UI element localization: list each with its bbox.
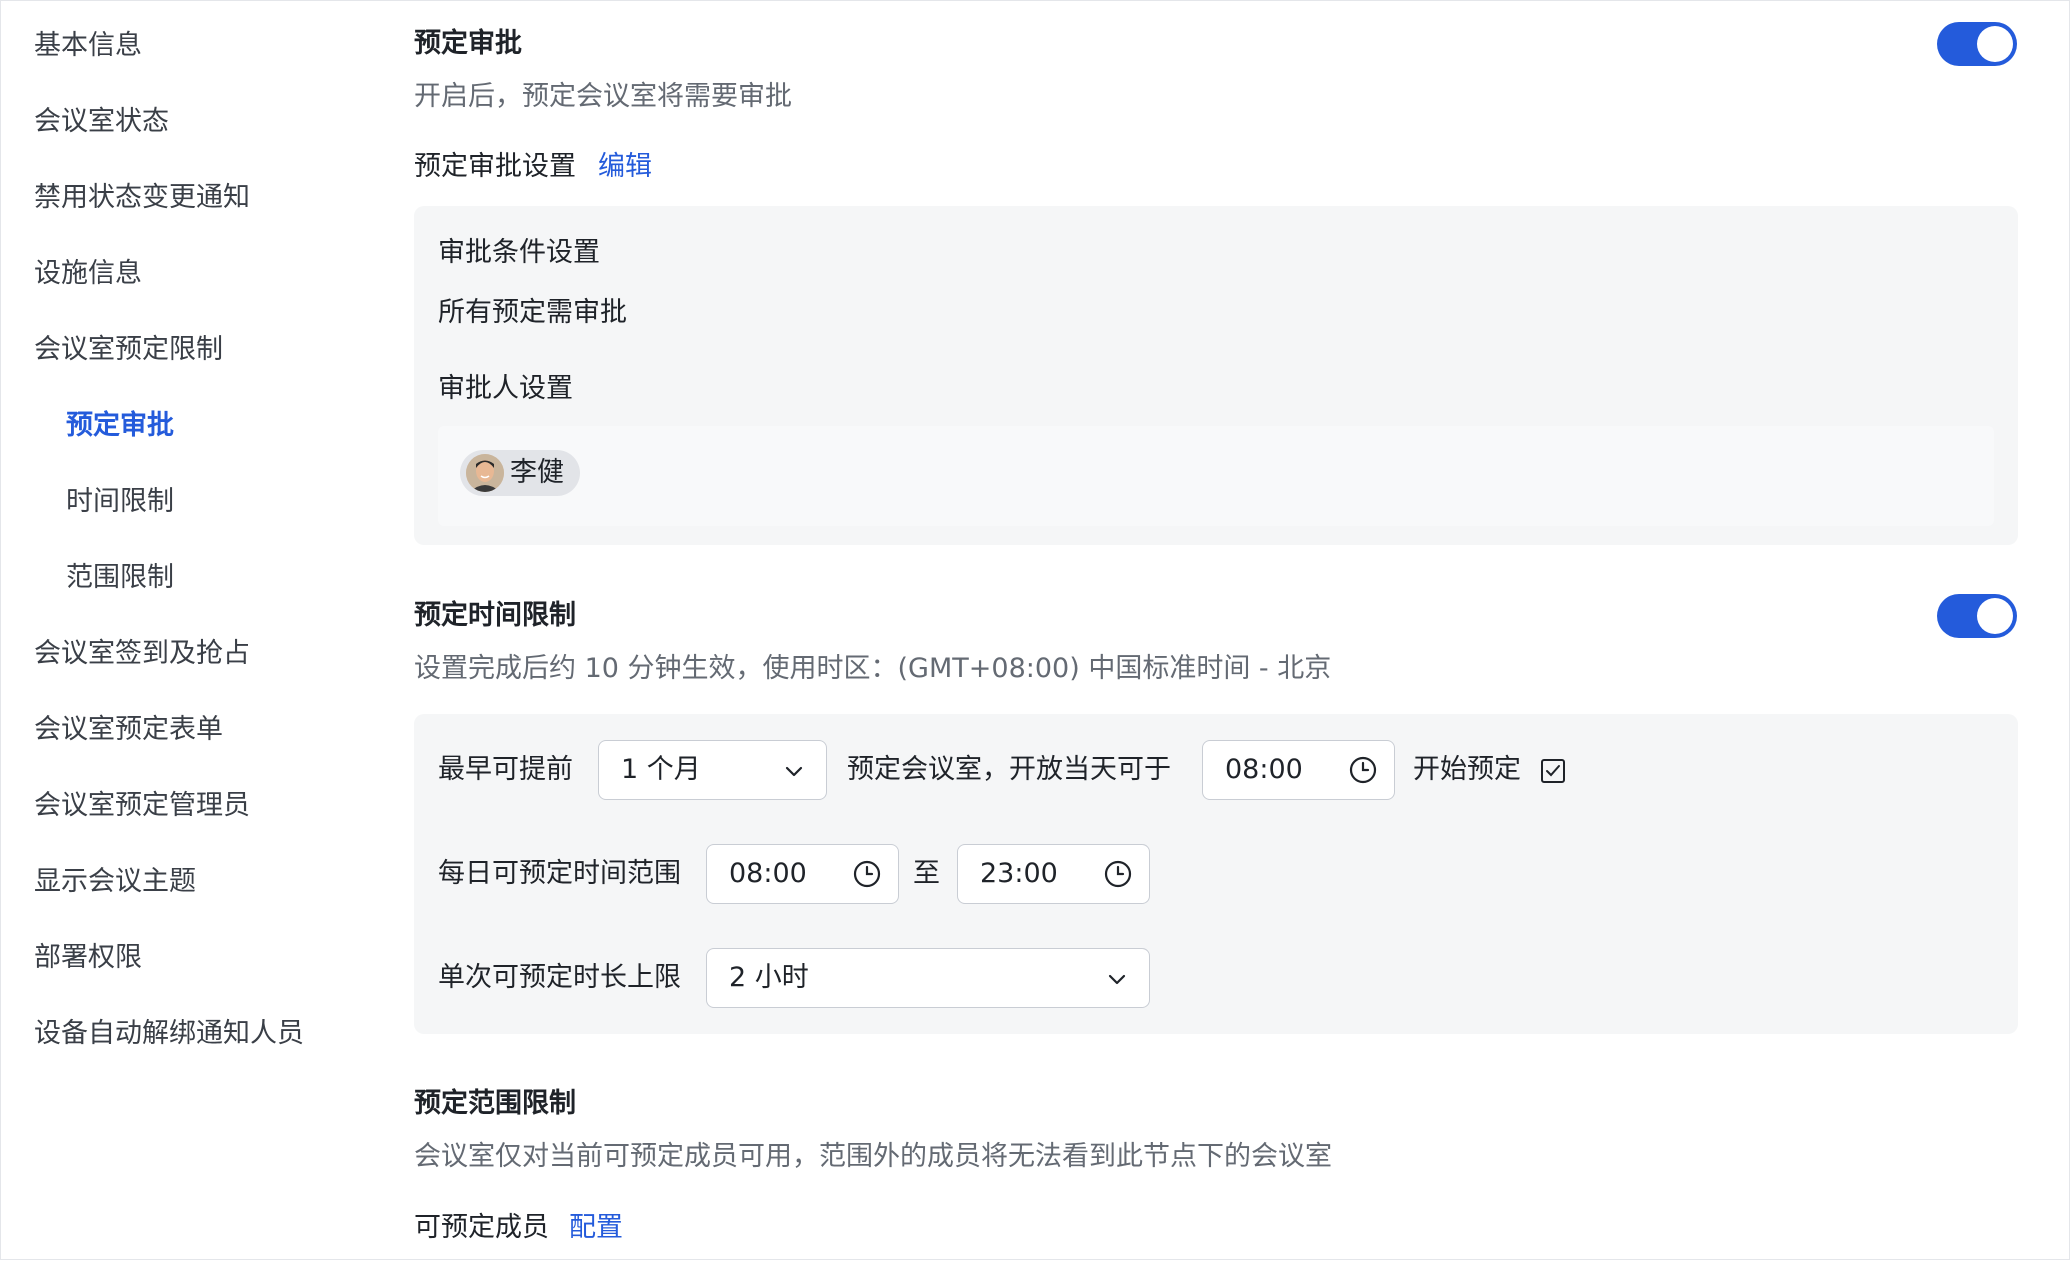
sidebar-item-scope-limit[interactable]: 范围限制 — [66, 558, 174, 598]
clock-icon — [1349, 756, 1377, 784]
clock-icon — [853, 860, 881, 888]
sidebar-item-facilities[interactable]: 设施信息 — [34, 254, 142, 294]
sidebar-item-deploy-permission[interactable]: 部署权限 — [34, 938, 142, 978]
max-duration-label: 单次可预定时长上限 — [438, 962, 681, 993]
daily-end-value: 23:00 — [980, 858, 1058, 889]
sidebar-item-booking-admins[interactable]: 会议室预定管理员 — [34, 786, 250, 826]
members-label: 可预定成员 — [414, 1212, 549, 1243]
daily-start-value: 08:00 — [729, 858, 807, 889]
advance-select[interactable]: 1 个月 — [598, 740, 827, 800]
members-config-link[interactable]: 配置 — [569, 1208, 623, 1248]
main-content: 预定审批 开启后，预定会议室将需要审批 预定审批设置 编辑 审批条件设置 所有预… — [414, 0, 2018, 1262]
time-limit-toggle[interactable] — [1937, 594, 2017, 638]
approval-settings-panel: 审批条件设置 所有预定需审批 审批人设置 李健 — [414, 206, 2018, 545]
scope-limit-title: 预定范围限制 — [414, 1088, 576, 1119]
condition-value: 所有预定需审批 — [438, 297, 627, 328]
sidebar-item-time-limit[interactable]: 时间限制 — [66, 482, 174, 522]
toggle-knob — [1977, 26, 2013, 62]
approver-name: 李健 — [510, 457, 564, 488]
sidebar-item-booking-form[interactable]: 会议室预定表单 — [34, 710, 223, 750]
approval-description: 开启后，预定会议室将需要审批 — [414, 81, 792, 112]
avatar — [466, 454, 504, 492]
time-limit-title: 预定时间限制 — [414, 600, 576, 631]
sidebar-item-checkin[interactable]: 会议室签到及抢占 — [34, 634, 250, 674]
sidebar-item-basic-info[interactable]: 基本信息 — [34, 26, 142, 66]
chevron-down-icon — [785, 766, 803, 777]
condition-heading: 审批条件设置 — [438, 237, 600, 268]
edit-checkbox-icon[interactable] — [1540, 758, 1566, 784]
scope-limit-description: 会议室仅对当前可预定成员可用，范围外的成员将无法看到此节点下的会议室 — [414, 1141, 1332, 1172]
sidebar-item-show-topic[interactable]: 显示会议主题 — [34, 862, 196, 902]
approval-settings-label: 预定审批设置 — [414, 151, 576, 182]
approver-list: 李健 — [438, 426, 1994, 526]
sidebar-item-room-status[interactable]: 会议室状态 — [34, 102, 169, 142]
approval-toggle[interactable] — [1937, 22, 2017, 66]
advance-suffix: 预定会议室，开放当天可于 — [847, 754, 1171, 785]
approval-title: 预定审批 — [414, 28, 522, 59]
chevron-down-icon — [1108, 974, 1126, 985]
sidebar-item-booking-approval[interactable]: 预定审批 — [66, 406, 174, 446]
daily-start-picker[interactable]: 08:00 — [706, 844, 899, 904]
daily-end-picker[interactable]: 23:00 — [957, 844, 1150, 904]
advance-value: 1 个月 — [621, 754, 701, 785]
sidebar-item-disable-notice[interactable]: 禁用状态变更通知 — [34, 178, 250, 218]
advance-label: 最早可提前 — [438, 754, 573, 785]
max-duration-value: 2 小时 — [729, 962, 809, 993]
max-duration-select[interactable]: 2 小时 — [706, 948, 1150, 1008]
open-time-value: 08:00 — [1225, 754, 1303, 785]
daily-range-label: 每日可预定时间范围 — [438, 858, 681, 889]
range-separator: 至 — [913, 858, 940, 889]
sidebar-item-booking-limits[interactable]: 会议室预定限制 — [34, 330, 223, 370]
sidebar-nav: 基本信息 会议室状态 禁用状态变更通知 设施信息 会议室预定限制 预定审批 时间… — [0, 0, 380, 1262]
approver-chip[interactable]: 李健 — [460, 450, 580, 496]
sidebar-item-unbind-notify[interactable]: 设备自动解绑通知人员 — [34, 1014, 304, 1054]
approval-edit-link[interactable]: 编辑 — [598, 147, 652, 187]
open-time-picker[interactable]: 08:00 — [1202, 740, 1395, 800]
clock-icon — [1104, 860, 1132, 888]
time-limit-panel: 最早可提前 1 个月 预定会议室，开放当天可于 08:00 开始预定 每日可预定… — [414, 714, 2018, 1034]
approver-heading: 审批人设置 — [438, 373, 573, 404]
open-suffix: 开始预定 — [1413, 754, 1521, 785]
time-limit-description: 设置完成后约 10 分钟生效，使用时区：(GMT+08:00) 中国标准时间 -… — [414, 653, 1332, 684]
toggle-knob — [1977, 598, 2013, 634]
